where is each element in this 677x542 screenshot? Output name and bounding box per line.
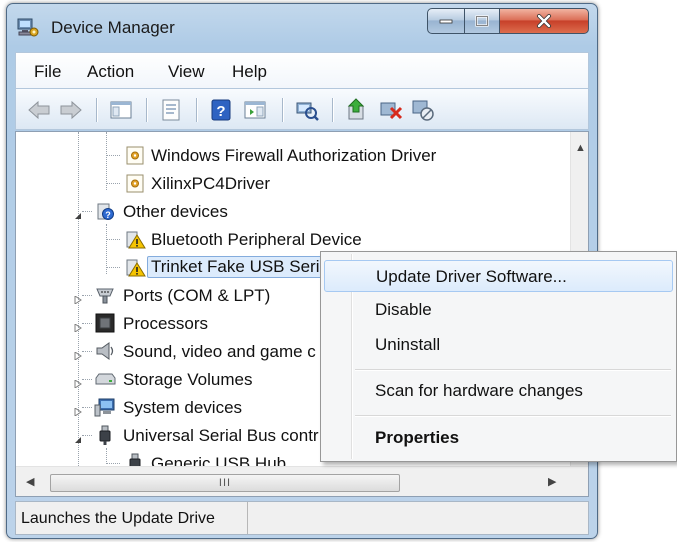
svg-text:?: ? xyxy=(105,210,111,220)
port-icon xyxy=(94,285,116,305)
horizontal-scrollbar[interactable]: ◀ III ▶ xyxy=(16,466,588,496)
help-icon[interactable]: ? xyxy=(208,98,234,122)
drive-icon xyxy=(94,369,116,389)
computer-icon xyxy=(94,397,116,417)
properties-icon[interactable] xyxy=(158,98,184,122)
menu-action[interactable]: Action xyxy=(87,62,134,82)
computer-management-icon xyxy=(17,18,39,38)
status-bar: Launches the Update Drive xyxy=(15,501,589,535)
collapse-usb-controllers-icon[interactable] xyxy=(74,431,82,443)
back-arrow-icon[interactable] xyxy=(26,98,52,122)
menu-file[interactable]: File xyxy=(34,62,61,82)
scroll-up-arrow-icon[interactable]: ▲ xyxy=(575,142,586,154)
toolbar: ? xyxy=(15,88,589,130)
context-update-driver[interactable]: Update Driver Software... xyxy=(324,260,673,292)
close-button[interactable] xyxy=(499,8,589,34)
maximize-icon xyxy=(475,15,489,27)
update-driver-icon[interactable] xyxy=(344,98,370,122)
minimize-icon xyxy=(439,19,453,24)
expand-system-devices-icon[interactable] xyxy=(74,403,82,417)
horizontal-scroll-thumb[interactable]: III xyxy=(50,474,400,492)
title-bar[interactable]: Device Manager xyxy=(7,4,597,50)
scroll-left-arrow-icon[interactable]: ◀ xyxy=(26,475,34,488)
menu-help[interactable]: Help xyxy=(232,62,267,82)
expand-sound-icon[interactable] xyxy=(74,347,82,361)
warning-device-icon xyxy=(124,229,146,249)
show-action-pane-icon[interactable] xyxy=(242,98,268,122)
tree-category-other-devices[interactable]: ? Other devices xyxy=(92,198,472,224)
maximize-button[interactable] xyxy=(464,8,500,34)
scroll-right-arrow-icon[interactable]: ▶ xyxy=(548,475,556,488)
expand-ports-icon[interactable] xyxy=(74,291,82,305)
show-hide-console-tree-icon[interactable] xyxy=(108,98,134,122)
driver-gear-icon xyxy=(124,145,146,165)
menu-view[interactable]: View xyxy=(168,62,205,82)
context-uninstall[interactable]: Uninstall xyxy=(324,329,673,361)
window-title: Device Manager xyxy=(51,18,175,37)
minimize-button[interactable] xyxy=(427,8,465,34)
context-menu: Update Driver Software... Disable Uninst… xyxy=(320,251,677,462)
context-disable[interactable]: Disable xyxy=(324,294,673,326)
warning-device-icon xyxy=(124,257,146,277)
svg-text:?: ? xyxy=(216,103,225,120)
menu-bar: File Action View Help xyxy=(15,52,589,88)
tree-item-windows-firewall-driver[interactable]: Windows Firewall Authorization Driver xyxy=(120,142,500,168)
processor-icon xyxy=(94,313,116,333)
unknown-device-icon: ? xyxy=(94,201,116,221)
tree-item-bluetooth-peripheral[interactable]: Bluetooth Peripheral Device xyxy=(120,226,500,252)
tree-item-xilinx-driver[interactable]: XilinxPC4Driver xyxy=(120,170,500,196)
forward-arrow-icon[interactable] xyxy=(58,98,84,122)
speaker-icon xyxy=(94,341,116,361)
uninstall-icon[interactable] xyxy=(378,98,404,122)
expand-storage-icon[interactable] xyxy=(74,375,82,389)
scan-hardware-icon[interactable] xyxy=(294,98,320,122)
close-icon xyxy=(537,14,551,28)
usb-plug-icon xyxy=(94,425,116,445)
scroll-grip: III xyxy=(218,477,232,489)
context-properties[interactable]: Properties xyxy=(324,422,673,454)
collapse-other-devices-icon[interactable] xyxy=(74,207,82,219)
expand-processors-icon[interactable] xyxy=(74,319,82,333)
disable-icon[interactable] xyxy=(410,98,436,122)
status-text: Launches the Update Drive xyxy=(21,510,215,527)
driver-gear-icon xyxy=(124,173,146,193)
context-scan-hardware[interactable]: Scan for hardware changes xyxy=(324,375,673,407)
